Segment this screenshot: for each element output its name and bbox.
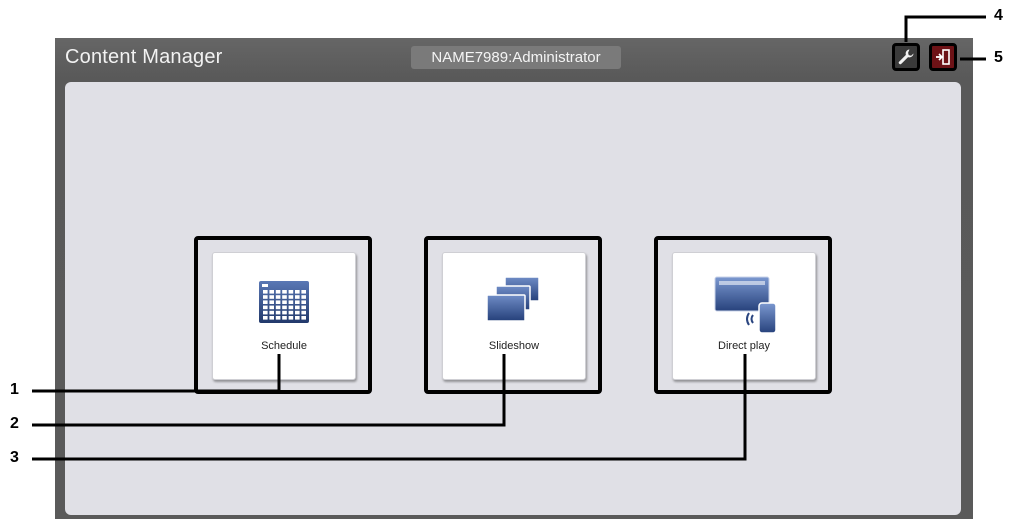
calendar-cell [295,295,300,299]
calendar-cell [269,310,274,315]
calendar-grid-icon [259,281,309,323]
calendar-cell [282,316,287,320]
calendar-cell [269,300,274,304]
display-with-phone-icon [714,276,777,334]
slideshow-label: Slideshow [488,340,540,352]
calendar-cell [301,310,306,315]
calendar-cell [301,305,306,310]
calendar-cell [295,310,300,315]
app-title: Content Manager [65,46,223,68]
callout-number-2: 2 [10,415,19,432]
calendar-cell [295,300,300,304]
callout-number-3: 3 [10,449,19,466]
calendar-cell [269,290,274,294]
calendar-cell [263,295,268,299]
calendar-cell [263,305,268,310]
stacked-screens-icon [486,276,540,322]
calendar-cell [282,290,287,294]
callout-number-4: 4 [994,7,1003,24]
page: Content Manager NAME7989:Administrator S… [0,0,1016,519]
calendar-cell [269,316,274,320]
calendar-cell [263,316,268,320]
calendar-cell [275,316,281,320]
callout-number-1: 1 [10,381,19,398]
direct-play-label: Direct play [718,340,770,352]
content-panel: Schedule Slideshow Direct play [65,82,961,515]
logout-button[interactable] [929,43,957,71]
calendar-cell [275,295,281,299]
user-badge: NAME7989:Administrator [411,46,621,69]
settings-button[interactable] [892,43,920,71]
calendar-cell [275,310,281,315]
calendar-cell [275,300,281,304]
calendar-cell [282,310,287,315]
slideshow-callout-frame: Slideshow [424,236,602,394]
calendar-cell [301,316,306,320]
schedule-label: Schedule [261,340,307,352]
calendar-cell [301,295,306,299]
calendar-cell [275,305,281,310]
calendar-cell [269,295,274,299]
calendar-cell [301,300,306,304]
slideshow-button[interactable]: Slideshow [442,252,586,380]
calendar-cell [295,316,300,320]
direct-play-button[interactable]: Direct play [672,252,816,380]
schedule-callout-frame: Schedule [194,236,372,394]
schedule-button[interactable]: Schedule [212,252,356,380]
calendar-cell [269,305,274,310]
calendar-cell [288,305,294,310]
calendar-cell [288,290,294,294]
callout-number-5: 5 [994,49,1003,66]
calendar-cell [282,300,287,304]
wrench-icon [898,49,914,65]
calendar-cell [263,310,268,315]
app-window: Content Manager NAME7989:Administrator S… [55,38,973,519]
calendar-cell [295,290,300,294]
calendar-cell [282,305,287,310]
calendar-cell [263,290,268,294]
calendar-cell [282,295,287,299]
calendar-cell [295,305,300,310]
calendar-cell [263,300,268,304]
calendar-cell [301,290,306,294]
calendar-cell [288,310,294,315]
calendar-cell [288,316,294,320]
direct-play-callout-frame: Direct play [654,236,832,394]
calendar-cell [288,295,294,299]
calendar-cell [275,290,281,294]
logout-door-icon [936,49,950,65]
calendar-cell [288,300,294,304]
